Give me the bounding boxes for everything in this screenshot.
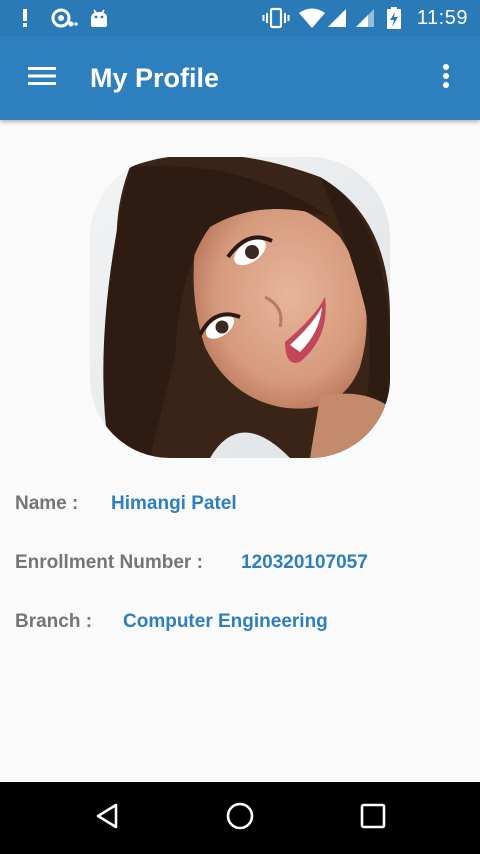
system-nav-bar (0, 782, 480, 854)
menu-button[interactable] (16, 56, 68, 100)
back-icon (94, 802, 120, 835)
recents-button[interactable] (343, 796, 403, 840)
home-icon (225, 801, 255, 836)
overflow-menu-button[interactable] (426, 56, 466, 100)
recents-icon (360, 803, 386, 834)
status-time: 11:59 (416, 7, 468, 29)
speaker-sync-icon (50, 0, 78, 36)
branch-label: Branch : (15, 611, 93, 632)
home-button[interactable] (210, 796, 270, 840)
enrollment-number-value: 120320107057 (241, 552, 368, 573)
name-label: Name : (15, 493, 79, 514)
name-value: Himangi Patel (111, 493, 237, 514)
status-bar: 11:59 (0, 0, 480, 36)
wifi-icon (298, 0, 326, 36)
more-vert-icon (442, 63, 450, 94)
app-bar: My Profile (0, 36, 480, 120)
alert-icon (20, 0, 30, 36)
branch-value: Computer Engineering (123, 611, 328, 632)
profile-photo (90, 157, 390, 458)
page-title: My Profile (90, 63, 220, 93)
signal-icon-2 (354, 0, 376, 36)
back-button[interactable] (77, 796, 137, 840)
android-icon (88, 0, 110, 36)
battery-charging-icon (386, 0, 402, 36)
enrollment-number-label: Enrollment Number : (15, 552, 203, 573)
vibrate-icon (262, 0, 290, 36)
hamburger-menu-icon (28, 66, 56, 91)
signal-icon (326, 0, 348, 36)
